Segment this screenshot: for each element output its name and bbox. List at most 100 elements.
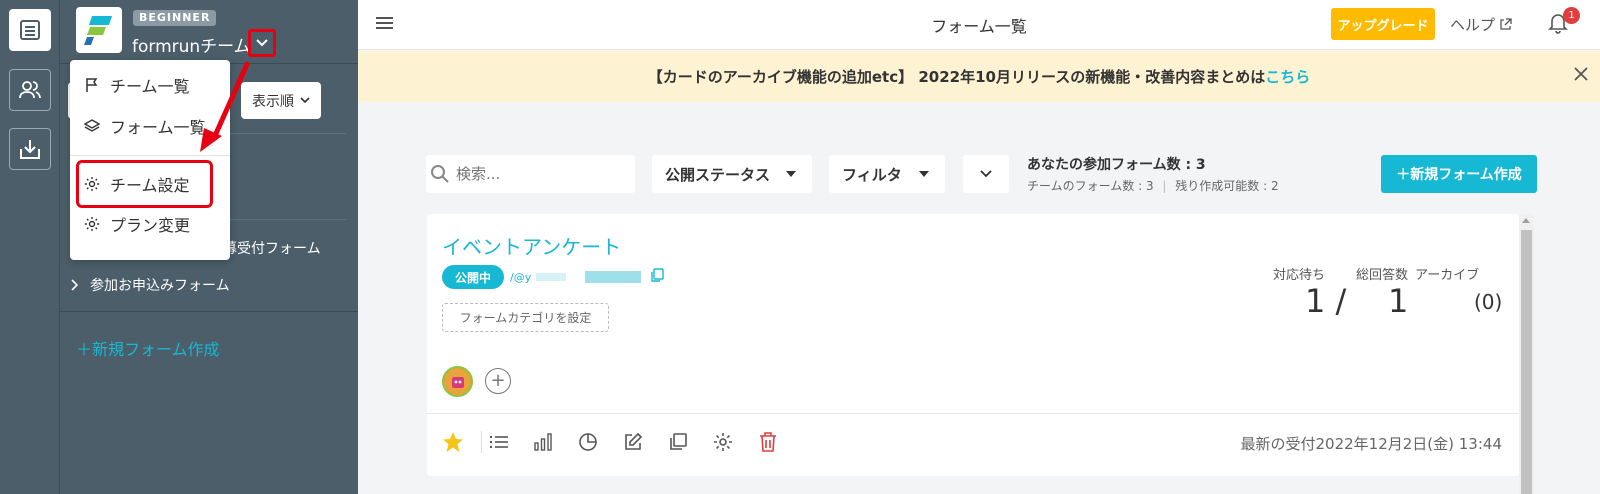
last-received-date: 最新の受付2022年12月2日(金) 13:44 xyxy=(1240,435,1502,453)
folder-item[interactable]: 参加お申込みフォーム xyxy=(70,275,230,295)
copy-icon xyxy=(670,433,687,450)
help-label: ヘルプ xyxy=(1450,16,1496,34)
forms-nav-button[interactable] xyxy=(9,9,51,51)
team-logo[interactable] xyxy=(76,7,122,53)
scrollbar[interactable] xyxy=(1519,214,1534,494)
set-category-button[interactable]: フォームカテゴリを設定 xyxy=(442,303,609,332)
help-link[interactable]: ヘルプ xyxy=(1450,14,1512,35)
menu-item-form-list[interactable]: フォーム一覧 xyxy=(70,108,230,144)
joined-forms-count: あなたの参加フォーム数 : 3 xyxy=(1027,157,1206,173)
edit-icon xyxy=(625,432,643,450)
scroll-up-arrow-icon[interactable] xyxy=(1522,218,1530,223)
star-icon xyxy=(443,432,463,452)
form-settings-button[interactable] xyxy=(712,431,734,453)
new-form-button[interactable]: ＋新規フォーム作成 xyxy=(1381,155,1537,193)
users-icon xyxy=(19,81,41,99)
folder-item[interactable]: 募受付フォーム xyxy=(223,238,321,258)
url-redacted xyxy=(585,271,641,283)
favorite-button[interactable] xyxy=(442,431,464,453)
highlight-box xyxy=(76,160,213,208)
menu-item-label: プラン変更 xyxy=(110,216,191,235)
total-count[interactable]: 1 xyxy=(1388,282,1408,320)
close-icon[interactable] xyxy=(1574,67,1588,81)
edit-form-button[interactable] xyxy=(622,431,644,453)
gear-icon xyxy=(714,433,732,451)
menu-item-change-plan[interactable]: プラン変更 xyxy=(70,206,230,242)
export-icon xyxy=(20,140,40,159)
list-icon xyxy=(490,436,508,448)
form-url[interactable]: /@y xyxy=(510,271,531,284)
report-button[interactable] xyxy=(577,431,599,453)
upgrade-button[interactable]: アップグレード xyxy=(1331,8,1435,40)
pending-count[interactable]: 1 / xyxy=(1305,282,1346,320)
banner-link[interactable]: こちら xyxy=(1265,68,1310,86)
total-label: 総回答数 xyxy=(1356,268,1409,283)
sort-label: 表示順 xyxy=(252,93,294,110)
archive-count[interactable]: (0) xyxy=(1474,290,1502,314)
sort-select[interactable]: 表示順 xyxy=(241,82,321,119)
members-nav-button[interactable] xyxy=(9,69,51,111)
avatar[interactable] xyxy=(442,366,473,397)
duplicate-form-button[interactable] xyxy=(667,431,689,453)
separator: | xyxy=(1162,179,1167,193)
chevron-down-icon xyxy=(980,170,992,178)
analytics-button[interactable] xyxy=(532,431,554,453)
status-filter-label: 公開ステータス xyxy=(665,165,771,184)
team-menu-toggle[interactable] xyxy=(248,29,276,57)
filter-select[interactable]: フィルタ xyxy=(829,155,945,193)
banner-message: 【カードのアーカイブ機能の追加etc】 2022年10月リリースの新機能・改善内… xyxy=(647,68,1266,86)
filter-label: フィルタ xyxy=(842,165,902,184)
avatar-image-icon xyxy=(451,376,464,388)
expand-options-button[interactable] xyxy=(963,155,1009,193)
pending-label: 対応待ち xyxy=(1273,268,1326,283)
form-list-icon xyxy=(20,20,40,40)
export-nav-button[interactable] xyxy=(9,128,51,170)
divider xyxy=(60,311,358,312)
url-redacted xyxy=(536,273,566,281)
copy-icon[interactable] xyxy=(650,268,664,283)
trash-icon xyxy=(760,432,776,452)
chevron-down-icon xyxy=(300,97,310,104)
external-link-icon xyxy=(1500,18,1512,30)
caret-down-icon xyxy=(919,171,929,177)
search-icon xyxy=(431,165,449,183)
team-name[interactable]: formrunチーム xyxy=(132,32,251,57)
notification-badge: 1 xyxy=(1563,7,1580,24)
remaining-count: 残り作成可能数 : 2 xyxy=(1175,179,1279,193)
layers-icon xyxy=(84,119,100,132)
archive-label: アーカイブ xyxy=(1415,268,1480,283)
menu-item-team-list[interactable]: チーム一覧 xyxy=(70,67,230,103)
divider xyxy=(70,155,230,156)
divider xyxy=(427,413,1519,414)
caret-down-icon xyxy=(786,171,796,177)
bar-chart-icon xyxy=(534,433,552,451)
folder-label: 参加お申込みフォーム xyxy=(90,278,230,294)
folder-label: 募受付フォーム xyxy=(223,241,321,257)
top-header: フォーム一覧 アップグレード ヘルプ 1 xyxy=(358,0,1600,50)
notice-banner: 【カードのアーカイブ機能の追加etc】 2022年10月リリースの新機能・改善内… xyxy=(358,51,1600,102)
banner-text: 【カードのアーカイブ機能の追加etc】 2022年10月リリースの新機能・改善内… xyxy=(358,66,1600,87)
gear-icon xyxy=(85,217,99,231)
responses-list-button[interactable] xyxy=(488,431,510,453)
formrun-logo-icon xyxy=(84,16,112,45)
form-title[interactable]: イベントアンケート xyxy=(442,231,621,260)
form-card: イベントアンケート 公開中 /@y フォームカテゴリを設定 対応待ち 総回答数 … xyxy=(427,214,1519,476)
chevron-right-icon xyxy=(71,279,78,291)
pie-chart-icon xyxy=(579,433,597,451)
form-count-info: チームのフォーム数 : 3 | 残り作成可能数 : 2 xyxy=(1027,177,1279,194)
chevron-down-icon xyxy=(256,39,268,47)
icon-rail xyxy=(0,0,60,494)
sidebar-new-form-link[interactable]: ＋新規フォーム作成 xyxy=(76,336,220,360)
menu-item-label: フォーム一覧 xyxy=(110,118,206,137)
status-badge: 公開中 xyxy=(442,265,504,289)
status-filter-select[interactable]: 公開ステータス xyxy=(652,155,812,193)
flag-icon xyxy=(86,78,98,92)
plus-icon: + xyxy=(490,370,506,391)
search-input[interactable] xyxy=(426,155,635,193)
menu-item-label: チーム一覧 xyxy=(110,77,190,96)
delete-form-button[interactable] xyxy=(757,431,779,453)
plan-badge: BEGINNER xyxy=(133,10,217,26)
add-member-button[interactable]: + xyxy=(485,368,511,394)
scrollbar-thumb[interactable] xyxy=(1521,230,1532,494)
team-forms-count: チームのフォーム数 : 3 xyxy=(1027,179,1154,193)
